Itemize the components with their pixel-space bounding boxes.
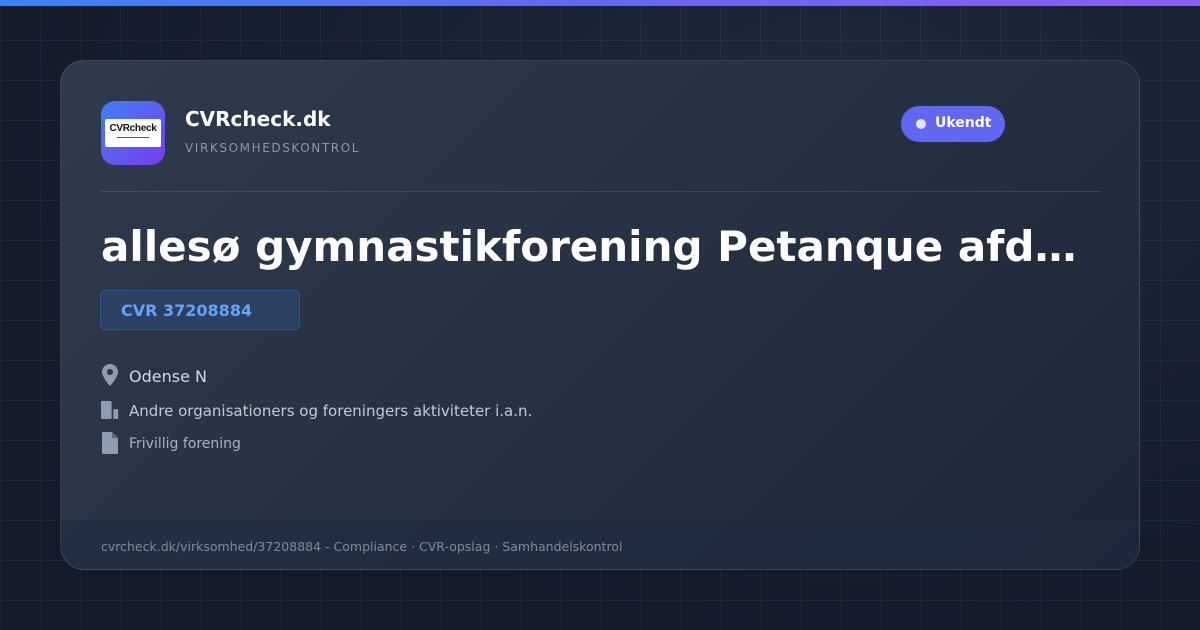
company-name: allesø gymnastikforening Petanque afdeli… (101, 222, 1091, 271)
status-badge: Ukendt (901, 106, 1005, 142)
brand-logo: CVRcheck (101, 101, 165, 165)
building-icon (101, 401, 119, 419)
header-divider (101, 191, 1101, 192)
status-label: Ukendt (935, 115, 992, 131)
footer-url-text: cvrcheck.dk/virksomhed/37208884 - Compli… (101, 539, 623, 554)
status-dot-icon (916, 119, 926, 129)
card-header: CVRcheck CVRcheck.dk VIRKSOMHEDSKONTROL … (101, 101, 1101, 165)
company-type-text: Frivillig forening (129, 436, 241, 452)
brand-name: CVRcheck.dk (185, 107, 331, 131)
brand-tagline: VIRKSOMHEDSKONTROL (185, 141, 361, 155)
logo-plate: CVRcheck (105, 119, 161, 147)
industry-text: Andre organisationers og foreningers akt… (129, 402, 533, 420)
cvr-badge: CVR 37208884 (100, 290, 300, 330)
logo-text: CVRcheck (109, 123, 157, 134)
company-card: CVRcheck CVRcheck.dk VIRKSOMHEDSKONTROL … (60, 60, 1140, 570)
cvr-number: CVR 37208884 (121, 301, 253, 320)
location-pin-icon (102, 364, 118, 386)
location-text: Odense N (129, 367, 207, 386)
logo-underline (117, 137, 149, 138)
document-icon (102, 432, 118, 454)
card-footer: cvrcheck.dk/virksomhed/37208884 - Compli… (61, 520, 1139, 569)
top-accent-bar (0, 0, 1200, 6)
